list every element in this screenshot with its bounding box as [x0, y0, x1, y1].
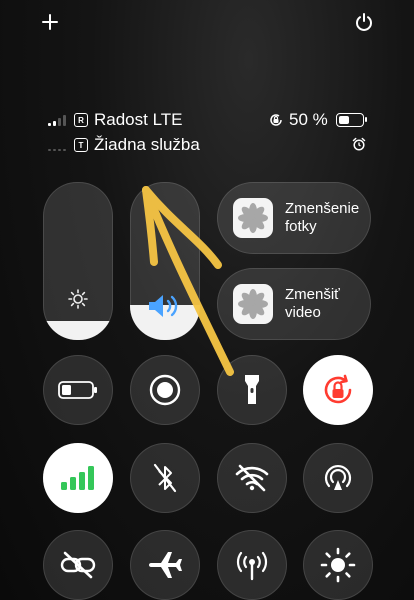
- alarm-icon: [352, 137, 366, 156]
- brightness-fill: [43, 321, 113, 340]
- battery-status: 50 %: [268, 110, 367, 130]
- shortcut-label-line2: video: [285, 304, 321, 321]
- shortcut-label: Zmenšiť video: [285, 286, 371, 322]
- power-button[interactable]: [350, 8, 378, 36]
- orientation-lock-icon: [324, 374, 352, 404]
- photos-icon: [233, 284, 273, 324]
- photos-icon: [233, 198, 273, 238]
- carrier-name-1: Radost LTE: [94, 110, 183, 129]
- appearance-button[interactable]: [303, 530, 373, 600]
- no-signal-icon: [48, 139, 66, 151]
- orientation-lock-small-icon: [270, 114, 282, 126]
- battery-percent: 50 %: [289, 110, 328, 129]
- airplane-icon: [149, 552, 182, 578]
- sim-tag-t: T: [74, 138, 88, 152]
- low-power-mode-button[interactable]: [43, 355, 113, 425]
- shortcut-label-line2: fotky: [285, 218, 317, 235]
- bluetooth-off-icon: [153, 463, 177, 493]
- antenna-icon: [236, 551, 268, 581]
- add-button[interactable]: [36, 8, 64, 36]
- speaker-icon: [130, 292, 200, 320]
- carrier-name-2: Žiadna služba: [94, 135, 200, 154]
- wifi-off-icon: [235, 464, 269, 492]
- flashlight-icon: [245, 375, 259, 404]
- volume-slider[interactable]: [130, 182, 200, 340]
- plus-icon: [42, 14, 58, 30]
- signal-strength-icon: [48, 114, 66, 126]
- carrier-line-2: T Žiadna služba: [48, 135, 200, 155]
- shortcut-resize-photo[interactable]: Zmenšenie fotky: [217, 182, 371, 254]
- orientation-lock-button[interactable]: [303, 355, 373, 425]
- link-off-icon: [60, 551, 96, 579]
- cellular-data-button[interactable]: [43, 443, 113, 513]
- airdrop-icon: [324, 464, 352, 490]
- shortcut-label: Zmenšenie fotky: [285, 200, 371, 236]
- airdrop-button[interactable]: [303, 443, 373, 513]
- battery-low-power-icon: [58, 381, 97, 399]
- bluetooth-button[interactable]: [130, 443, 200, 513]
- battery-icon: [335, 113, 367, 127]
- shortcut-label-line1: Zmenšenie: [285, 200, 360, 217]
- brightness-slider[interactable]: [43, 182, 113, 340]
- shortcut-label-line1: Zmenšiť: [285, 286, 340, 303]
- flashlight-button[interactable]: [217, 355, 287, 425]
- power-icon: [356, 13, 372, 31]
- airplane-mode-button[interactable]: [130, 530, 200, 600]
- cellular-antenna-button[interactable]: [217, 530, 287, 600]
- sun-brightness-icon: [320, 547, 356, 583]
- battery-fill: [338, 116, 349, 124]
- personal-hotspot-button[interactable]: [43, 530, 113, 600]
- wifi-button[interactable]: [217, 443, 287, 513]
- cellular-signal-icon: [61, 466, 94, 490]
- sun-icon: [43, 288, 113, 310]
- shortcut-resize-video[interactable]: Zmenšiť video: [217, 268, 371, 340]
- record-icon: [149, 374, 181, 406]
- carrier-line-1: R Radost LTE: [48, 110, 183, 130]
- sim-tag-r: R: [74, 113, 88, 127]
- screen-recording-button[interactable]: [130, 355, 200, 425]
